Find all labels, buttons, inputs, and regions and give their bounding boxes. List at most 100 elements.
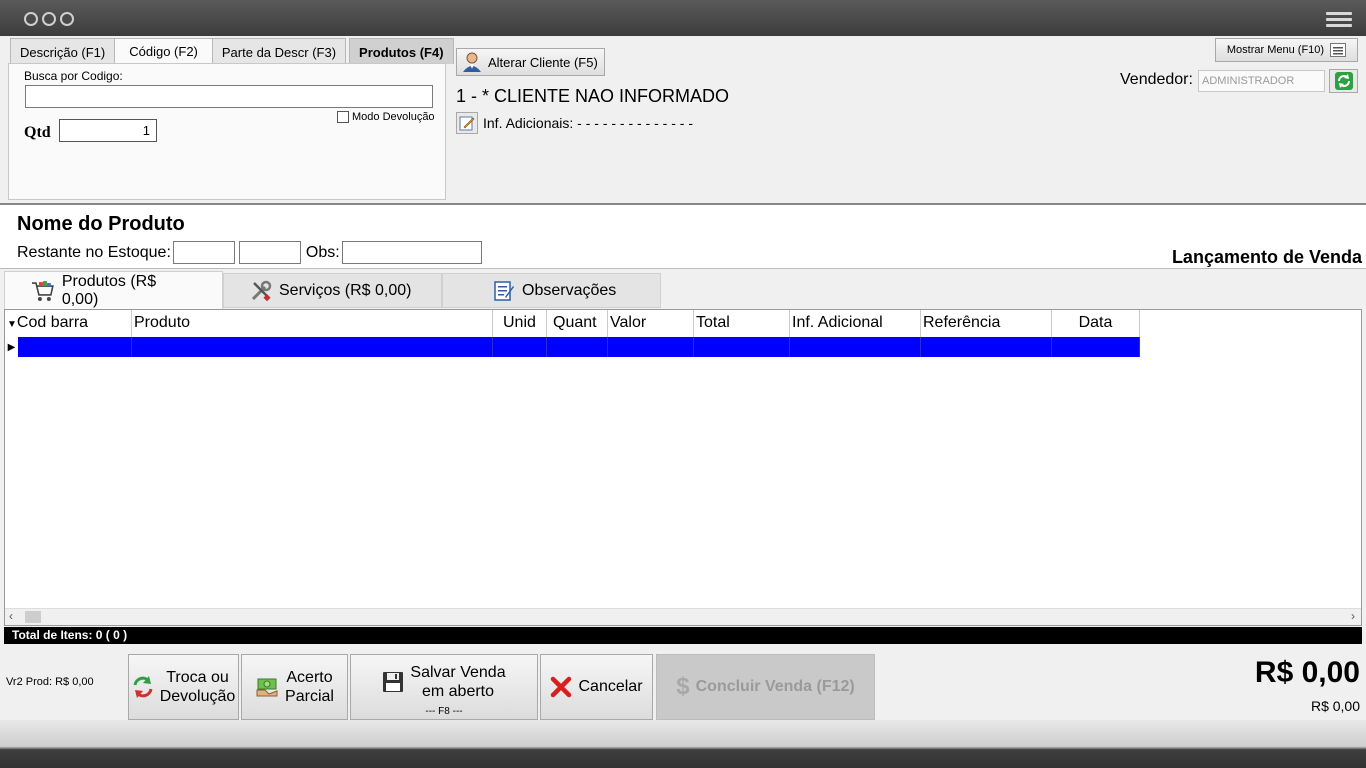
tab-servicos[interactable]: Serviços (R$ 0,00) (223, 273, 442, 308)
cell-valor[interactable] (608, 337, 694, 357)
tab-observacoes-label: Observações (522, 281, 617, 299)
tab-codigo[interactable]: Código (F2) (114, 38, 213, 65)
dollar-icon: $ (676, 673, 690, 700)
checkbox-icon[interactable] (337, 111, 349, 123)
column-header-produto[interactable]: Produto (132, 310, 493, 337)
column-header-quant[interactable]: Quant (547, 310, 608, 337)
estoque-field-2[interactable] (238, 241, 301, 264)
close-icon (551, 676, 572, 698)
tab-descricao[interactable]: Descrição (F1) (10, 38, 116, 64)
obs-label: Obs: (305, 243, 340, 261)
menu-list-icon (1330, 43, 1347, 57)
mostrar-menu-button[interactable]: Mostrar Menu (F10) (1215, 38, 1358, 62)
cell-inf-adicional[interactable] (790, 337, 921, 357)
window-controls[interactable] (24, 12, 74, 26)
scroll-left-icon[interactable]: ‹ (9, 609, 13, 623)
cancelar-label: Cancelar (578, 678, 643, 695)
estoque-row: Restante no Estoque: Obs: (17, 241, 482, 264)
tab-produtos-list[interactable]: Produtos (R$ 0,00) (4, 271, 223, 309)
modo-devolucao-checkbox[interactable]: Modo Devolução (337, 111, 435, 123)
window-dot-icon[interactable] (24, 12, 38, 26)
concluir-venda-button[interactable]: $ Concluir Venda (F12) (656, 654, 875, 720)
column-header-inf-adicional[interactable]: Inf. Adicional (790, 310, 921, 337)
troca-devolucao-label: Troca ou Devolução (159, 669, 236, 705)
total-itens-bar: Total de Itens: 0 ( 0 ) (4, 627, 1362, 644)
alterar-cliente-label: Alterar Cliente (F5) (488, 54, 598, 70)
cell-quant[interactable] (547, 337, 608, 357)
refresh-icon (1334, 72, 1353, 90)
search-tabs: Descrição (F1) Código (F2) Parte da Desc… (10, 38, 454, 65)
total-value-big: R$ 0,00 (1254, 656, 1360, 689)
cell-referencia[interactable] (921, 337, 1052, 357)
sort-down-icon: ▼ (7, 319, 17, 330)
list-tabs: Produtos (R$ 0,00) Serviços (R$ 0,00) Ob… (4, 271, 661, 309)
qtd-label: Qtd (24, 124, 51, 141)
horizontal-scrollbar[interactable]: ‹ › (5, 608, 1361, 625)
hamburger-menu-icon[interactable] (1326, 12, 1352, 27)
column-header-unid[interactable]: Unid (493, 310, 547, 337)
notepad-icon (494, 280, 514, 301)
inf-adicionais-text: Inf. Adicionais: - - - - - - - - - - - -… (483, 115, 693, 131)
column-header-valor[interactable]: Valor (608, 310, 694, 337)
estoque-field-1[interactable] (172, 241, 235, 264)
edit-note-icon (459, 116, 475, 131)
alterar-cliente-button[interactable]: Alterar Cliente (F5) (456, 48, 605, 76)
tab-observacoes[interactable]: Observações (442, 273, 661, 308)
salvar-venda-label: Salvar Venda em aberto (410, 664, 506, 700)
salvar-shortcut-note: --- F8 --- (425, 706, 463, 717)
scroll-right-icon[interactable]: › (1351, 609, 1355, 623)
tab-produtos[interactable]: Produtos (F4) (349, 38, 454, 64)
top-area: Descrição (F1) Código (F2) Parte da Desc… (0, 36, 1366, 202)
mostrar-menu-label: Mostrar Menu (F10) (1226, 44, 1325, 56)
edit-inf-button[interactable] (456, 112, 478, 134)
window-dot-icon[interactable] (60, 12, 74, 26)
inf-adicionais-row: Inf. Adicionais: - - - - - - - - - - - -… (456, 112, 693, 134)
tab-servicos-label: Serviços (R$ 0,00) (279, 281, 412, 299)
cell-data[interactable] (1052, 337, 1140, 357)
concluir-venda-label: Concluir Venda (F12) (695, 678, 855, 695)
troca-devolucao-button[interactable]: Troca ou Devolução (128, 654, 239, 720)
vr2-prod: Vr2 Prod: R$ 0,00 (6, 676, 94, 688)
vendedor-label: Vendedor: (1120, 71, 1193, 88)
tab-parte-descr[interactable]: Parte da Descr (F3) (211, 38, 347, 64)
product-info-panel: Nome do Produto Restante no Estoque: Obs… (0, 203, 1366, 269)
busca-codigo-input[interactable] (25, 85, 433, 108)
cell-total[interactable] (694, 337, 790, 357)
busca-label: Busca por Codigo: (24, 69, 123, 83)
vendedor-input[interactable] (1198, 70, 1325, 92)
exchange-arrows-icon (133, 676, 153, 698)
row-pointer-icon: ▶ (5, 337, 18, 357)
products-grid[interactable]: ▼Cod barra Produto Unid Quant Valor Tota… (4, 309, 1362, 626)
cell-unid[interactable] (493, 337, 547, 357)
grid-header: ▼Cod barra Produto Unid Quant Valor Tota… (5, 310, 1140, 337)
column-header-total[interactable]: Total (694, 310, 790, 337)
lancamento-title: Lançamento de Venda (1171, 247, 1362, 267)
cell-produto[interactable] (132, 337, 493, 357)
cell-cod-barra[interactable] (18, 337, 132, 357)
modo-devolucao-label: Modo Devolução (352, 111, 435, 123)
acerto-parcial-button[interactable]: Acerto Parcial (241, 654, 348, 720)
shopping-cart-icon (31, 280, 54, 301)
money-hand-icon (256, 678, 278, 697)
refresh-vendedor-button[interactable] (1329, 69, 1358, 93)
obs-field[interactable] (341, 241, 482, 264)
tools-icon (251, 280, 272, 301)
total-value-small: R$ 0,00 (1310, 698, 1360, 714)
product-name-title: Nome do Produto (17, 213, 185, 235)
qtd-input[interactable] (59, 119, 157, 142)
table-row[interactable]: ▶ (5, 337, 1140, 357)
title-bar (0, 0, 1366, 36)
column-header-data[interactable]: Data (1052, 310, 1140, 337)
acerto-parcial-label: Acerto Parcial (285, 669, 334, 705)
scroll-thumb[interactable] (25, 611, 41, 623)
window-dot-icon[interactable] (42, 12, 56, 26)
column-header-cod-barra[interactable]: ▼Cod barra (5, 310, 132, 337)
salvar-venda-button[interactable]: Salvar Venda em aberto --- F8 --- (350, 654, 538, 720)
footer-bar (0, 720, 1366, 768)
cliente-nome: 1 - * CLIENTE NAO INFORMADO (456, 86, 730, 106)
user-icon (463, 52, 481, 72)
column-header-referencia[interactable]: Referência (921, 310, 1052, 337)
tab-produtos-label: Produtos (R$ 0,00) (61, 272, 157, 308)
bottom-actions: Vr2 Prod: R$ 0,00 Troca ou Devolução Acer… (0, 648, 1366, 720)
cancelar-button[interactable]: Cancelar (540, 654, 653, 720)
